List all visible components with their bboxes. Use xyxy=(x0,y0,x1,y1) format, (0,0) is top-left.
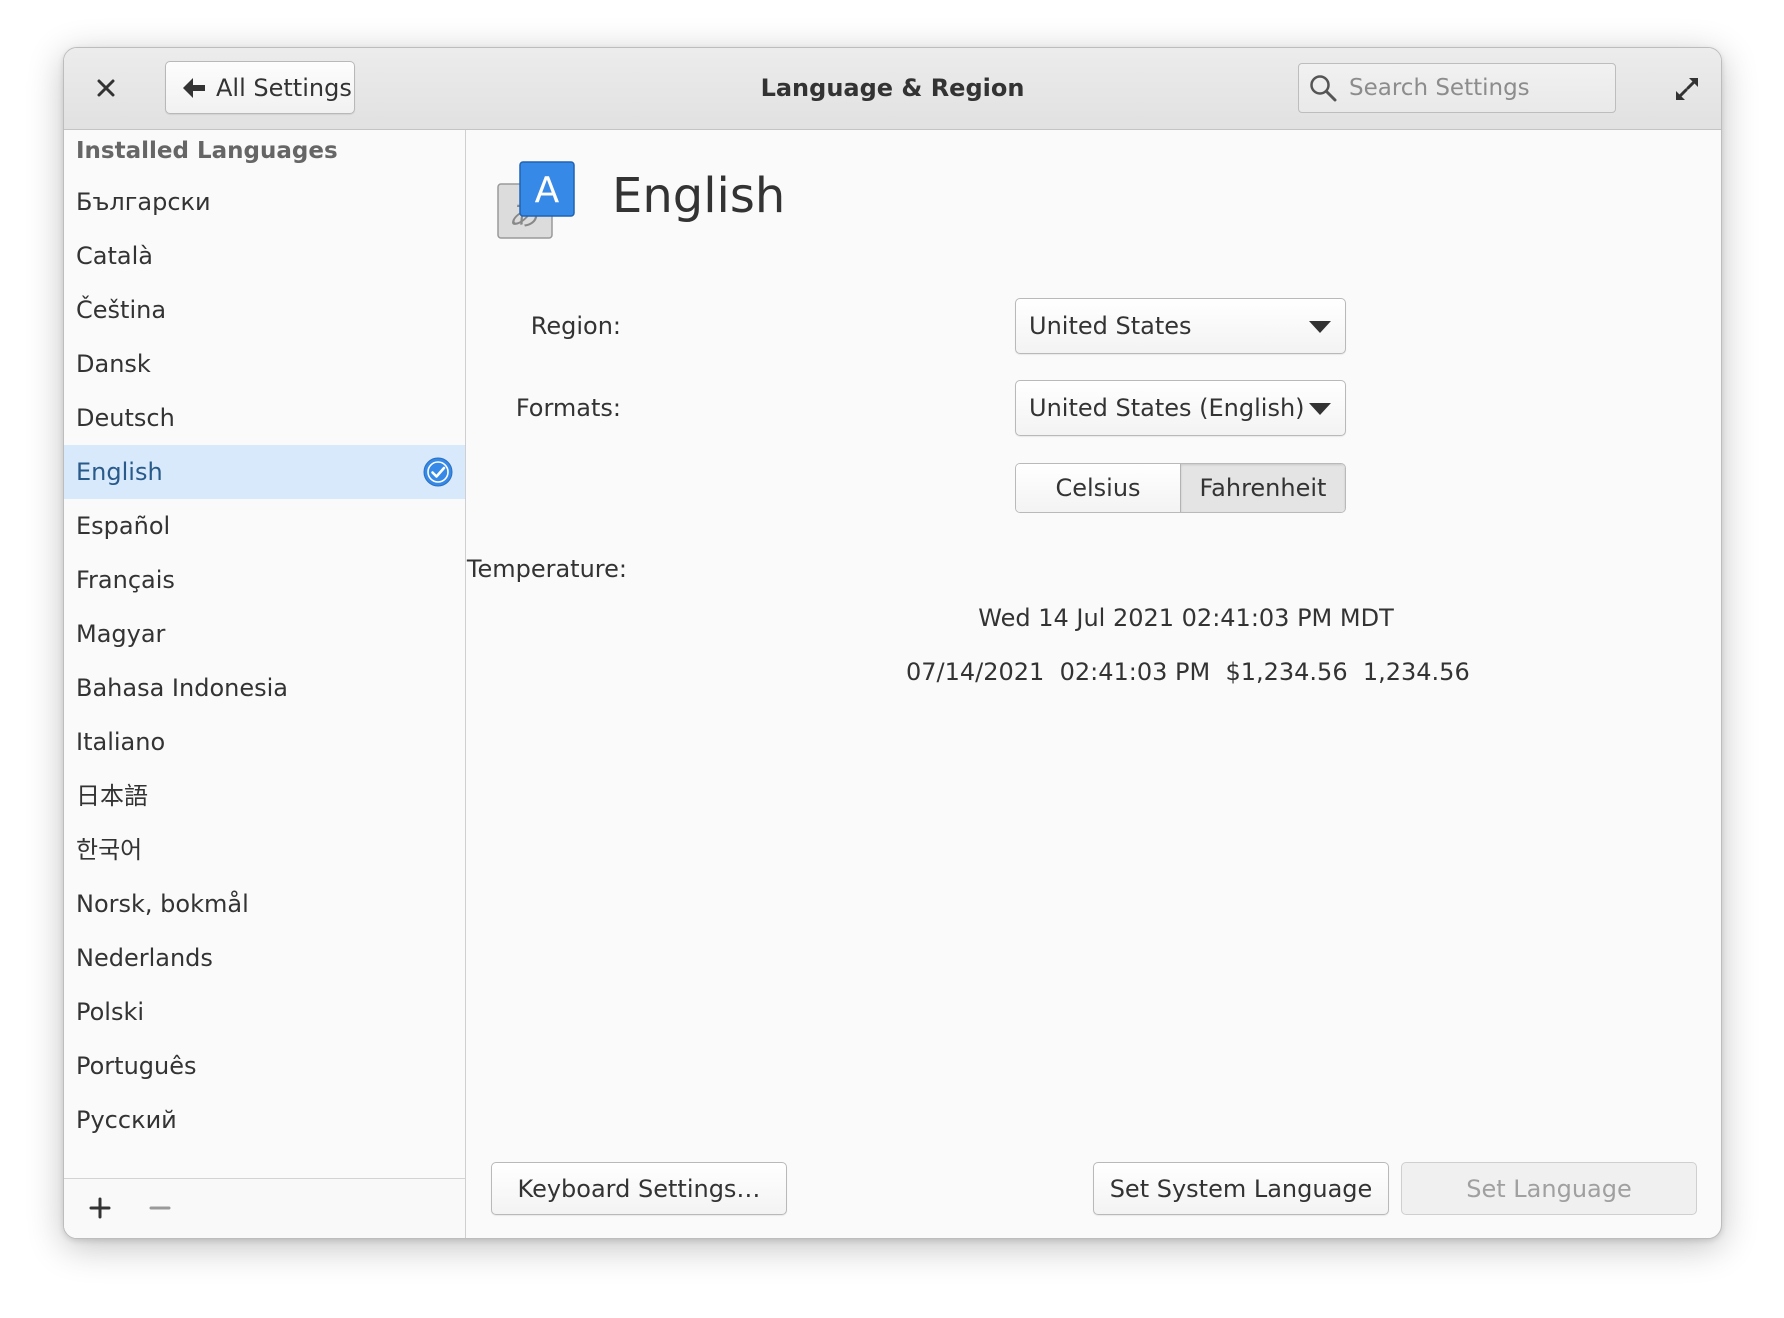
all-settings-button[interactable]: All Settings xyxy=(165,61,355,114)
fahrenheit-option[interactable]: Fahrenheit xyxy=(1180,464,1345,512)
sidebar-toolbar xyxy=(64,1178,465,1238)
temperature-toggle: Celsius Fahrenheit xyxy=(1015,463,1346,513)
formats-value: United States (English) xyxy=(1029,394,1305,422)
remove-language-button[interactable] xyxy=(138,1188,182,1228)
language-label: Български xyxy=(76,188,211,216)
close-icon xyxy=(97,79,115,97)
language-detail-panel: あ A English Region: United States Format… xyxy=(466,130,1721,1238)
language-label: Italiano xyxy=(76,728,166,756)
language-icon: あ A xyxy=(497,161,575,239)
svg-text:A: A xyxy=(535,170,560,211)
chevron-down-icon xyxy=(1309,321,1331,333)
region-label: Region: xyxy=(530,312,621,340)
celsius-option[interactable]: Celsius xyxy=(1016,464,1180,512)
language-label: Русский xyxy=(76,1106,177,1134)
language-item-selected[interactable]: English xyxy=(64,445,465,499)
language-item[interactable]: Čeština xyxy=(64,283,465,337)
language-item[interactable]: Norsk, bokmål xyxy=(64,877,465,931)
language-item[interactable]: Русский xyxy=(64,1093,465,1147)
language-label: Polski xyxy=(76,998,145,1026)
language-label: Dansk xyxy=(76,350,151,378)
language-label: Norsk, bokmål xyxy=(76,890,249,918)
language-label: Català xyxy=(76,242,153,270)
language-label: Čeština xyxy=(76,296,167,324)
arrow-left-icon xyxy=(183,77,205,98)
installed-languages-list: Български Català Čeština Dansk Deutsch E… xyxy=(64,175,465,1147)
search-field[interactable] xyxy=(1298,63,1616,113)
language-item[interactable]: 한국어 xyxy=(64,823,465,877)
maximize-icon xyxy=(1676,78,1698,100)
checkmark-badge-icon xyxy=(423,457,453,487)
formats-label: Formats: xyxy=(515,394,621,422)
language-item[interactable]: Català xyxy=(64,229,465,283)
temperature-label: Temperature: xyxy=(466,555,627,583)
language-item[interactable]: Español xyxy=(64,499,465,553)
minus-icon xyxy=(149,1206,171,1210)
sidebar-header: Installed Languages xyxy=(76,138,338,164)
language-item[interactable]: Italiano xyxy=(64,715,465,769)
plus-icon xyxy=(89,1197,111,1219)
datetime-preview: Wed 14 Jul 2021 02:41:03 PM MDT xyxy=(978,604,1394,632)
set-system-language-button[interactable]: Set System Language xyxy=(1093,1162,1389,1215)
keyboard-settings-button[interactable]: Keyboard Settings… xyxy=(491,1162,787,1215)
maximize-button[interactable] xyxy=(1668,70,1706,108)
language-label: 한국어 xyxy=(76,836,143,864)
language-label: Français xyxy=(76,566,175,594)
language-item[interactable]: Magyar xyxy=(64,607,465,661)
region-dropdown[interactable]: United States xyxy=(1015,298,1346,354)
all-settings-label: All Settings xyxy=(216,73,352,102)
language-label: English xyxy=(76,458,163,486)
formats-preview: 07/14/2021 02:41:03 PM $1,234.56 1,234.5… xyxy=(906,658,1470,686)
language-label: Deutsch xyxy=(76,404,175,432)
language-item[interactable]: Nederlands xyxy=(64,931,465,985)
language-title: English xyxy=(612,168,786,224)
language-label: Nederlands xyxy=(76,944,213,972)
search-input[interactable] xyxy=(1347,74,1615,102)
language-label: Bahasa Indonesia xyxy=(76,674,288,702)
language-item[interactable]: Dansk xyxy=(64,337,465,391)
language-item[interactable]: Български xyxy=(64,175,465,229)
language-item[interactable]: Polski xyxy=(64,985,465,1039)
language-item[interactable]: Português xyxy=(64,1039,465,1093)
formats-dropdown[interactable]: United States (English) xyxy=(1015,380,1346,436)
region-value: United States xyxy=(1029,312,1192,340)
language-item[interactable]: Bahasa Indonesia xyxy=(64,661,465,715)
language-label: 日本語 xyxy=(76,782,148,810)
language-label: Magyar xyxy=(76,620,166,648)
language-label: Português xyxy=(76,1052,197,1080)
language-item[interactable]: 日本語 xyxy=(64,769,465,823)
settings-window: All Settings Language & Region Installed… xyxy=(63,47,1722,1239)
language-label: Español xyxy=(76,512,171,540)
add-language-button[interactable] xyxy=(78,1188,122,1228)
close-button[interactable] xyxy=(84,66,128,110)
set-language-button[interactable]: Set Language xyxy=(1401,1162,1697,1215)
chevron-down-icon xyxy=(1309,403,1331,415)
language-item[interactable]: Deutsch xyxy=(64,391,465,445)
language-sidebar: Installed Languages Български Català Češ… xyxy=(64,130,466,1238)
titlebar: All Settings Language & Region xyxy=(64,48,1721,130)
search-icon xyxy=(1310,75,1337,102)
